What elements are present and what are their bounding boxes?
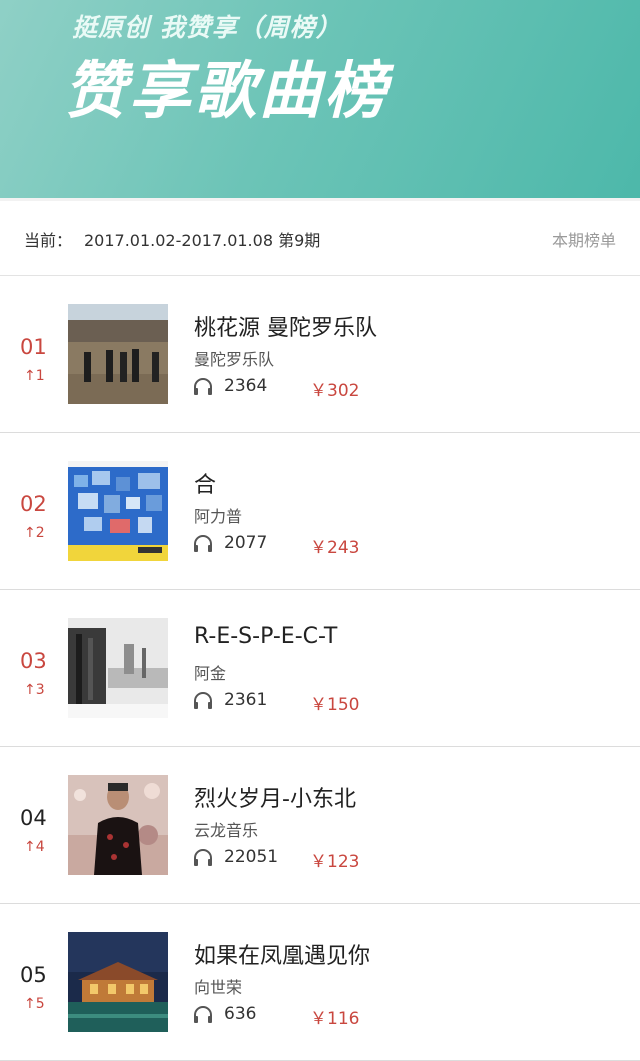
headphones-icon bbox=[194, 378, 212, 395]
album-cover[interactable] bbox=[68, 461, 168, 561]
song-row[interactable]: 05 ↑5 如果在凤凰遇见你 向世荣 636 ￥116 bbox=[0, 904, 640, 1061]
play-count: 2077 bbox=[224, 533, 268, 553]
song-title[interactable]: 合 bbox=[194, 467, 216, 499]
appreciation-amount: ￥123 bbox=[310, 852, 360, 872]
rank-number: 05 bbox=[20, 963, 47, 987]
play-count: 2364 bbox=[224, 376, 268, 396]
header-title: 赞享歌曲榜 bbox=[64, 54, 390, 127]
song-artist[interactable]: 阿金 bbox=[194, 660, 226, 684]
rank-number: 03 bbox=[20, 649, 47, 673]
play-count: 22051 bbox=[224, 847, 279, 867]
song-row[interactable]: 03 ↑3 R-E-S-P-E-C-T 阿金 2361 ￥150 bbox=[0, 590, 640, 747]
period-bar: 当前： 2017.01.02-2017.01.08 第9期 本期榜单 bbox=[0, 201, 640, 276]
song-title[interactable]: R-E-S-P-E-C-T bbox=[194, 624, 337, 649]
song-artist[interactable]: 阿力普 bbox=[194, 503, 242, 527]
headphones-icon bbox=[194, 535, 212, 552]
album-cover[interactable] bbox=[68, 932, 168, 1032]
song-row[interactable]: 04 ↑4 烈火岁月-小东北 云龙音乐 22051 ￥123 bbox=[0, 747, 640, 904]
rank-trend: ↑4 bbox=[24, 839, 45, 855]
period-label: 当前： bbox=[24, 231, 73, 250]
appreciation-amount: ￥243 bbox=[310, 538, 360, 558]
song-artist[interactable]: 向世荣 bbox=[194, 974, 242, 998]
headphones-icon bbox=[194, 692, 212, 709]
period-range[interactable]: 2017.01.02-2017.01.08 第9期 bbox=[84, 227, 320, 251]
play-count: 2361 bbox=[224, 690, 268, 710]
headphones-icon bbox=[194, 849, 212, 866]
song-title[interactable]: 桃花源 曼陀罗乐队 bbox=[194, 310, 377, 342]
song-title[interactable]: 如果在凤凰遇见你 bbox=[194, 938, 370, 970]
song-artist[interactable]: 云龙音乐 bbox=[194, 817, 258, 841]
rank-trend: ↑5 bbox=[24, 996, 45, 1012]
headphones-icon bbox=[194, 1006, 212, 1023]
song-row[interactable]: 01 ↑1 桃花源 曼陀罗乐队 曼陀罗乐队 2364 ￥302 bbox=[0, 276, 640, 433]
song-artist[interactable]: 曼陀罗乐队 bbox=[194, 346, 274, 370]
song-row[interactable]: 02 ↑2 合 阿力普 2077 ￥243 bbox=[0, 433, 640, 590]
current-chart-link[interactable]: 本期榜单 bbox=[552, 227, 616, 251]
album-cover[interactable] bbox=[68, 775, 168, 875]
song-title[interactable]: 烈火岁月-小东北 bbox=[194, 781, 356, 813]
appreciation-amount: ￥150 bbox=[310, 695, 360, 715]
rank-trend: ↑1 bbox=[24, 368, 45, 384]
header-banner: 挺原创 我赞享（周榜） 赞享歌曲榜 bbox=[0, 0, 640, 198]
album-cover[interactable] bbox=[68, 618, 168, 718]
song-list: 01 ↑1 桃花源 曼陀罗乐队 曼陀罗乐队 2364 ￥302 02 ↑2 合 … bbox=[0, 276, 640, 1061]
appreciation-amount: ￥116 bbox=[310, 1009, 360, 1029]
rank-trend: ↑2 bbox=[24, 525, 45, 541]
rank-number: 01 bbox=[20, 335, 47, 359]
rank-number: 02 bbox=[20, 492, 47, 516]
header-subtitle: 挺原创 我赞享（周榜） bbox=[72, 13, 342, 42]
play-count: 636 bbox=[224, 1004, 257, 1024]
album-cover[interactable] bbox=[68, 304, 168, 404]
rank-number: 04 bbox=[20, 806, 47, 830]
rank-trend: ↑3 bbox=[24, 682, 45, 698]
appreciation-amount: ￥302 bbox=[310, 381, 360, 401]
